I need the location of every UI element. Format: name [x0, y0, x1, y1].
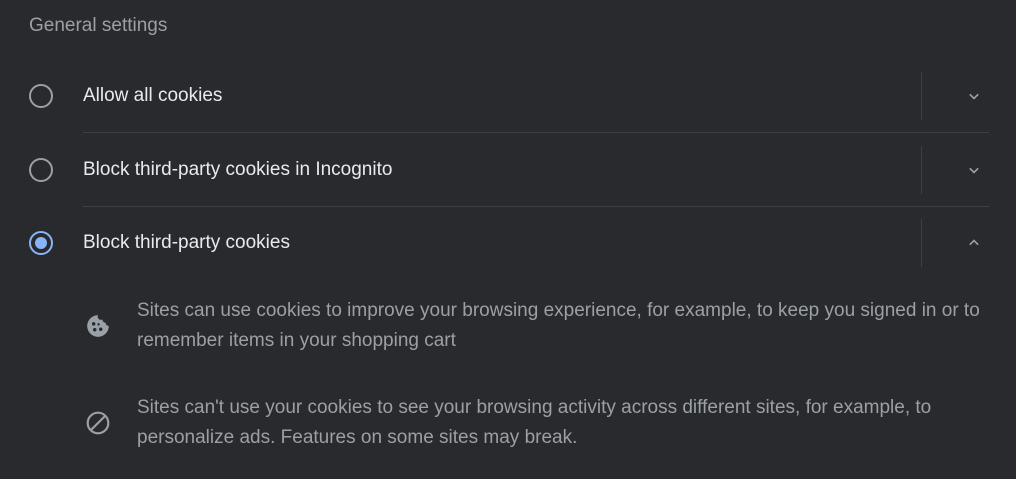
- option-block-third-party-incognito[interactable]: Block third-party cookies in Incognito: [0, 146, 1016, 194]
- vertical-divider: [921, 146, 922, 194]
- detail-text: Sites can't use your cookies to see your…: [137, 397, 932, 448]
- vertical-divider: [921, 219, 922, 267]
- vertical-divider: [921, 72, 922, 120]
- option-label: Allow all cookies: [83, 85, 223, 106]
- divider: [83, 132, 989, 133]
- block-icon: [86, 411, 110, 435]
- cookie-icon: [87, 315, 109, 337]
- option-block-third-party[interactable]: Block third-party cookies: [0, 219, 1016, 267]
- section-title: General settings: [29, 15, 168, 36]
- chevron-down-icon: [969, 167, 979, 174]
- option-label: Block third-party cookies in Incognito: [83, 159, 393, 180]
- detail-text: Sites can use cookies to improve your br…: [137, 300, 980, 351]
- chevron-down-icon: [969, 93, 979, 100]
- radio-block-third-party[interactable]: [29, 231, 53, 255]
- divider: [83, 206, 989, 207]
- expand-button[interactable]: [958, 154, 990, 186]
- chevron-up-icon: [969, 239, 979, 246]
- collapse-button[interactable]: [958, 227, 990, 259]
- expand-button[interactable]: [958, 80, 990, 112]
- option-allow-all-cookies[interactable]: Allow all cookies: [0, 72, 1016, 120]
- option-label: Block third-party cookies: [83, 232, 290, 253]
- radio-allow-all-cookies[interactable]: [29, 84, 53, 108]
- radio-block-third-party-incognito[interactable]: [29, 158, 53, 182]
